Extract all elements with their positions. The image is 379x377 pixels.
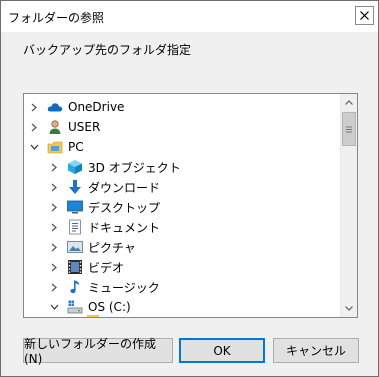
tree-item-label: ミュージック (88, 280, 160, 295)
tree-item-label: OneDrive (68, 100, 125, 114)
tree-item-pictures[interactable]: ピクチャ (49, 237, 136, 257)
tree-scrollbar[interactable] (340, 94, 357, 317)
title-bar[interactable]: フォルダーの参照 (1, 1, 378, 32)
chevron-right-icon[interactable] (29, 122, 39, 132)
tree-item-pc[interactable]: PC (29, 137, 84, 157)
chevron-right-icon[interactable] (29, 102, 39, 112)
chevron-up-icon (345, 100, 353, 105)
tree-item-label: デスクトップ (88, 200, 161, 215)
new-folder-button[interactable]: 新しいフォルダーの作成(N) (23, 337, 173, 366)
folder-tree[interactable]: OneDrive USER PC 3D オブジェクト ダウンロード デスクトップ… (23, 93, 358, 318)
tree-item-label: ビデオ (88, 260, 125, 275)
dialog-title: フォルダーの参照 (8, 11, 105, 25)
documents-icon (67, 219, 83, 235)
chevron-down-icon[interactable] (49, 302, 59, 312)
tree-item-label: ピクチャ (88, 240, 136, 255)
3d-objects-icon (67, 159, 83, 175)
chevron-right-icon[interactable] (49, 202, 59, 212)
chevron-down-icon (345, 306, 353, 311)
tree-item-3d-objects[interactable]: 3D オブジェクト (49, 157, 181, 177)
pictures-icon (67, 239, 83, 255)
tree-item-desktop[interactable]: デスクトップ (49, 197, 160, 217)
tree-item-label: ダウンロード (88, 180, 161, 195)
close-icon (360, 9, 369, 23)
cloud-icon (47, 99, 63, 115)
folder-icon (87, 315, 99, 317)
download-icon (67, 179, 83, 195)
chevron-right-icon[interactable] (49, 162, 59, 172)
chevron-right-icon[interactable] (49, 282, 59, 292)
grip-icon (346, 126, 352, 132)
scroll-up-button[interactable] (341, 94, 357, 111)
chevron-right-icon[interactable] (49, 182, 59, 192)
tree-item-label: OS (C:) (88, 300, 131, 314)
chevron-down-icon[interactable] (29, 142, 39, 152)
tree-item-user[interactable]: USER (29, 117, 100, 137)
tree-item-videos[interactable]: ビデオ (49, 257, 124, 277)
tree-item-label: ドキュメント (88, 220, 161, 235)
chevron-right-icon[interactable] (49, 242, 59, 252)
pc-icon (47, 139, 63, 155)
chevron-right-icon[interactable] (49, 262, 59, 272)
drive-icon (67, 299, 83, 315)
tree-item-label: USER (68, 120, 101, 134)
chevron-right-icon[interactable] (49, 222, 59, 232)
tree-item-documents[interactable]: ドキュメント (49, 217, 160, 237)
tree-item-label: PC (68, 140, 84, 154)
music-icon (67, 279, 83, 295)
close-button[interactable] (355, 6, 374, 25)
tree-item-os-c[interactable]: OS (C:) (49, 297, 131, 317)
videos-icon (67, 259, 83, 275)
tree-item-onedrive[interactable]: OneDrive (29, 97, 124, 117)
scroll-thumb[interactable] (342, 112, 356, 146)
scroll-down-button[interactable] (341, 300, 357, 317)
desktop-icon (67, 199, 83, 215)
tree-item-downloads[interactable]: ダウンロード (49, 177, 160, 197)
user-icon (47, 119, 63, 135)
folder-browse-dialog: フォルダーの参照 バックアップ先のフォルダ指定 OneDrive USER PC… (0, 0, 379, 377)
cancel-button[interactable]: キャンセル (273, 338, 359, 363)
tree-item-music[interactable]: ミュージック (49, 277, 160, 297)
ok-button[interactable]: OK (179, 338, 265, 363)
tree-item-label: 3D オブジェクト (88, 160, 181, 175)
instruction-text: バックアップ先のフォルダ指定 (23, 43, 192, 57)
